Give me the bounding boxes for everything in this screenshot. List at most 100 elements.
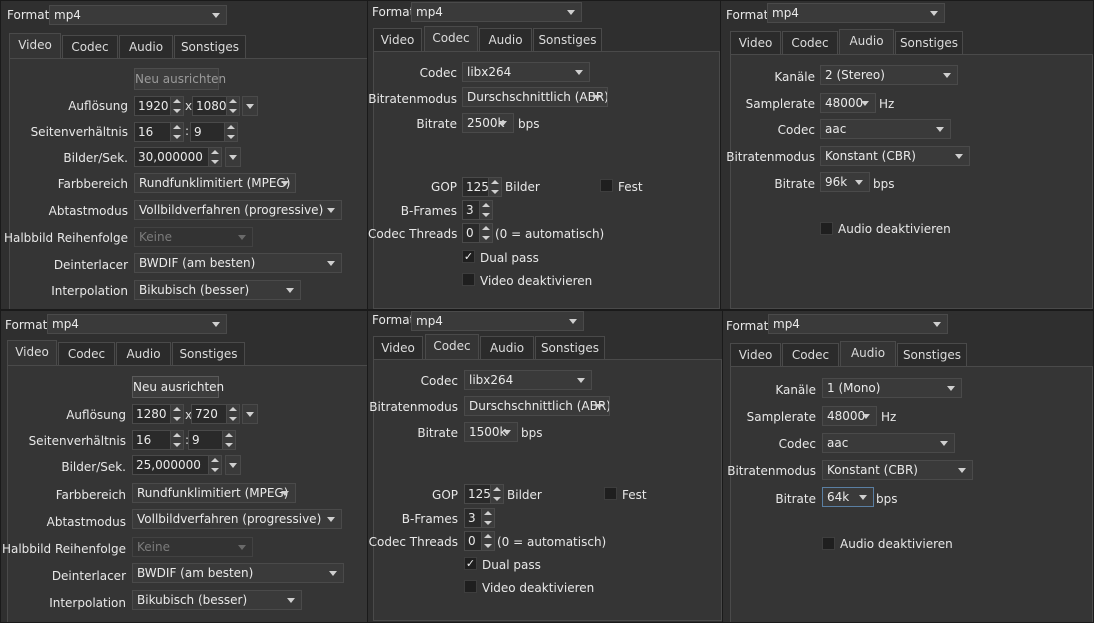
format-select[interactable]: mp4 [767, 3, 945, 23]
dual-pass-checkbox[interactable]: ✓ [464, 557, 477, 570]
tab-audio[interactable]: Audio [479, 28, 532, 52]
fps-spinbox[interactable]: 25,000000 [132, 455, 222, 475]
tab-video[interactable]: Video [730, 343, 781, 367]
spin-arrows-icon[interactable] [170, 405, 183, 423]
audio-codec-select[interactable]: aac [820, 119, 951, 139]
audio-bitrate-combo[interactable]: 96k [820, 172, 870, 192]
height-spinbox[interactable]: 1080 [192, 96, 240, 116]
tab-video[interactable]: Video [373, 28, 422, 52]
width-spinbox[interactable]: 1920 [134, 96, 184, 116]
aspect-width-spinbox[interactable]: 16 [134, 122, 184, 142]
tab-codec[interactable]: Codec [782, 343, 839, 367]
fixed-gop-checkbox[interactable] [600, 179, 613, 192]
aspect-height-spinbox[interactable]: 9 [188, 430, 236, 450]
disable-audio-checkbox[interactable] [820, 222, 833, 235]
spin-arrows-icon[interactable] [481, 509, 494, 527]
field-order-select[interactable]: Keine [134, 227, 253, 247]
threads-spinbox[interactable]: 0 [462, 223, 493, 243]
disable-video-checkbox[interactable] [462, 273, 475, 286]
deinterlacer-select[interactable]: BWDIF (am besten) [132, 563, 344, 583]
spin-arrows-icon[interactable] [208, 148, 221, 166]
format-select[interactable]: mp4 [49, 5, 227, 25]
channels-select[interactable]: 1 (Mono) [822, 378, 962, 398]
tab-codec[interactable]: Codec [58, 342, 115, 366]
spin-arrows-icon[interactable] [170, 97, 183, 115]
aspect-width-spinbox[interactable]: 16 [132, 430, 184, 450]
fixed-gop-checkbox[interactable] [604, 487, 617, 500]
tab-audio[interactable]: Audio [480, 336, 534, 360]
bitrate-combo[interactable]: 1500k [464, 422, 518, 442]
tab-video[interactable]: Video [730, 31, 781, 55]
tab-sonstiges[interactable]: Sonstiges [172, 342, 245, 366]
tab-audio[interactable]: Audio [116, 342, 171, 366]
color-range-select[interactable]: Rundfunklimitiert (MPEG) [134, 173, 296, 193]
rate-mode-select[interactable]: Durschschnittlich (ABR) [464, 396, 610, 416]
fps-preset-dropdown[interactable] [225, 147, 241, 167]
codec-select[interactable]: libx264 [462, 62, 590, 82]
tab-codec[interactable]: Codec [424, 26, 478, 52]
format-select[interactable]: mp4 [768, 314, 948, 334]
bframes-spinbox[interactable]: 3 [462, 200, 493, 220]
disable-video-checkbox[interactable] [464, 580, 477, 593]
spin-arrows-icon[interactable] [224, 123, 237, 141]
resolution-preset-dropdown[interactable] [242, 96, 258, 116]
format-select[interactable]: mp4 [47, 314, 227, 334]
tab-video[interactable]: Video [9, 33, 61, 59]
tab-audio[interactable]: Audio [119, 35, 173, 59]
audio-bitrate-combo[interactable]: 64k [822, 487, 874, 507]
fps-spinbox[interactable]: 30,000000 [134, 147, 222, 167]
height-spinbox[interactable]: 720 [191, 404, 240, 424]
spin-arrows-icon[interactable] [170, 431, 183, 449]
tab-codec[interactable]: Codec [62, 35, 118, 59]
spin-arrows-icon[interactable] [481, 532, 494, 550]
scan-mode-select[interactable]: Vollbildverfahren (progressive) [132, 509, 342, 529]
spin-arrows-icon[interactable] [226, 97, 239, 115]
tab-video[interactable]: Video [7, 340, 57, 366]
scan-mode-select[interactable]: Vollbildverfahren (progressive) [134, 200, 342, 220]
interpolation-select[interactable]: Bikubisch (besser) [134, 280, 301, 300]
format-select[interactable]: mp4 [411, 311, 584, 331]
channels-select[interactable]: 2 (Stereo) [820, 65, 958, 85]
gop-spinbox[interactable]: 125 [462, 177, 502, 197]
tab-sonstiges[interactable]: Sonstiges [174, 35, 246, 59]
bframes-spinbox[interactable]: 3 [464, 508, 495, 528]
gop-spinbox[interactable]: 125 [464, 484, 504, 504]
color-range-select[interactable]: Rundfunklimitiert (MPEG) [132, 483, 296, 503]
width-spinbox[interactable]: 1280 [132, 404, 184, 424]
tab-audio[interactable]: Audio [839, 29, 894, 55]
disable-audio-checkbox[interactable] [822, 537, 835, 550]
spin-arrows-icon[interactable] [222, 431, 235, 449]
codec-select[interactable]: libx264 [464, 370, 592, 390]
tab-codec[interactable]: Codec [425, 334, 479, 360]
tab-sonstiges[interactable]: Sonstiges [535, 336, 605, 360]
audio-rate-mode-select[interactable]: Konstant (CBR) [820, 146, 970, 166]
rate-mode-select[interactable]: Durschschnittlich (ABR) [462, 87, 608, 107]
audio-rate-mode-select[interactable]: Konstant (CBR) [822, 460, 973, 480]
spin-arrows-icon[interactable] [479, 201, 492, 219]
tab-video[interactable]: Video [373, 336, 423, 360]
tab-sonstiges[interactable]: Sonstiges [897, 343, 967, 367]
tab-sonstiges[interactable]: Sonstiges [895, 31, 963, 55]
field-order-select[interactable]: Keine [132, 537, 253, 557]
reset-button[interactable]: Neu ausrichten [134, 68, 226, 90]
dual-pass-checkbox[interactable]: ✓ [462, 250, 475, 263]
tab-codec[interactable]: Codec [782, 31, 838, 55]
audio-codec-select[interactable]: aac [822, 433, 955, 453]
resolution-preset-dropdown[interactable] [242, 404, 258, 424]
deinterlacer-select[interactable]: BWDIF (am besten) [134, 253, 342, 273]
spin-arrows-icon[interactable] [170, 123, 183, 141]
samplerate-combo[interactable]: 48000 [822, 406, 877, 426]
spin-arrows-icon[interactable] [208, 456, 221, 474]
spin-arrows-icon[interactable] [488, 178, 501, 196]
tab-sonstiges[interactable]: Sonstiges [533, 28, 602, 52]
fps-preset-dropdown[interactable] [225, 455, 241, 475]
spin-arrows-icon[interactable] [490, 485, 503, 503]
interpolation-select[interactable]: Bikubisch (besser) [132, 590, 302, 610]
format-select[interactable]: mp4 [411, 2, 582, 22]
samplerate-combo[interactable]: 48000 [820, 93, 876, 113]
spin-arrows-icon[interactable] [479, 224, 492, 242]
threads-spinbox[interactable]: 0 [464, 531, 495, 551]
aspect-height-spinbox[interactable]: 9 [190, 122, 238, 142]
tab-audio[interactable]: Audio [840, 341, 896, 367]
reset-button[interactable]: Neu ausrichten [132, 376, 224, 398]
